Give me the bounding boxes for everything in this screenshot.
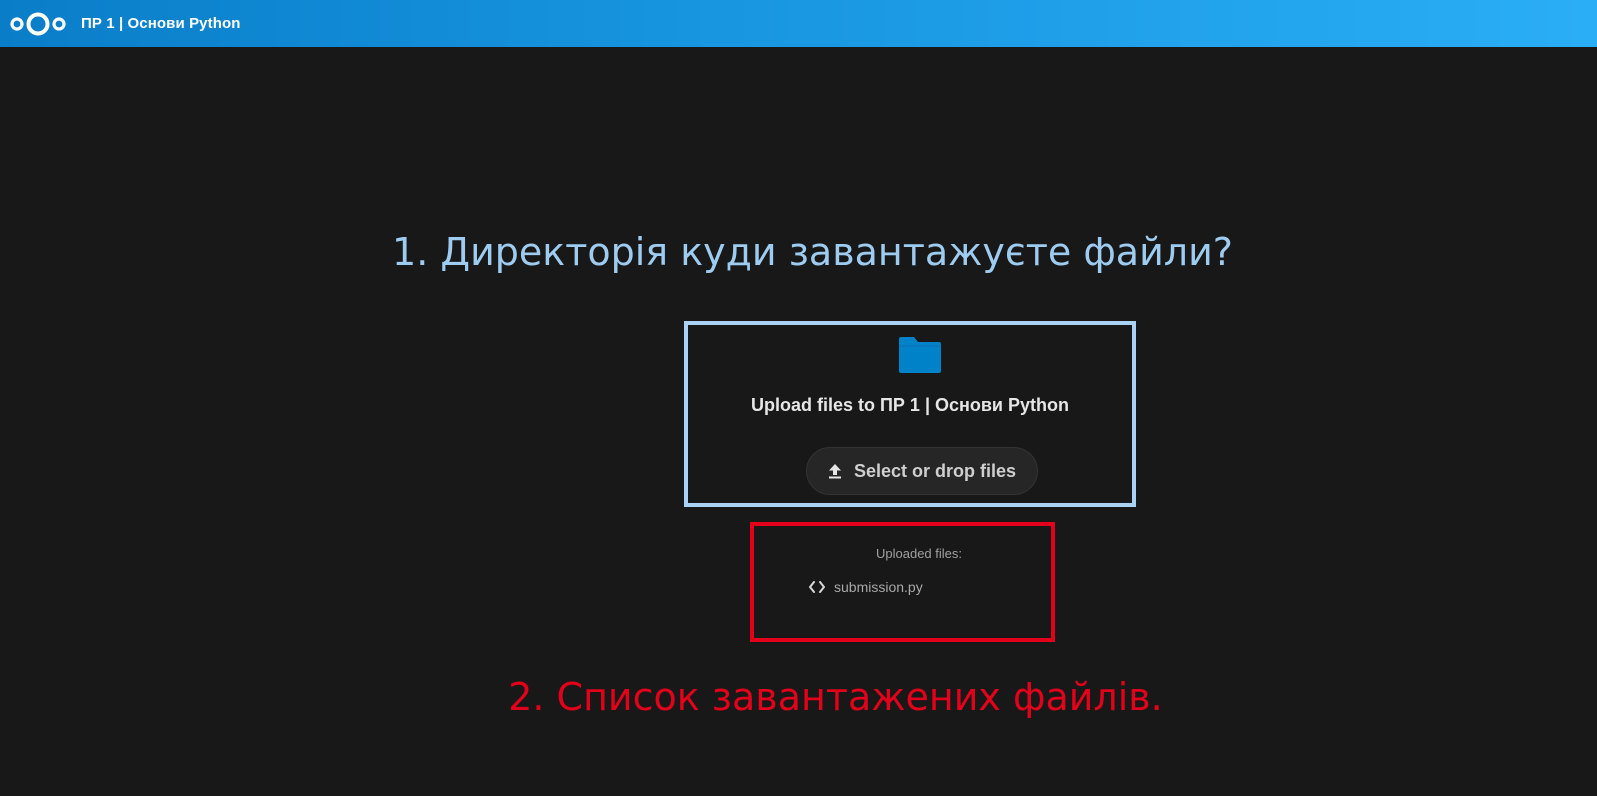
select-files-label: Select or drop files (853, 460, 1017, 481)
annotation-step-2: 2. Список завантажених файлів. (508, 675, 1163, 719)
nextcloud-logo-icon[interactable] (9, 10, 69, 38)
folder-icon (899, 337, 941, 378)
upload-icon (828, 463, 842, 479)
upload-panel: Upload files to ПР 1 | Основи Python Sel… (684, 321, 1136, 507)
uploaded-files-panel: Uploaded files: submission.py (750, 522, 1055, 642)
uploaded-files-label: Uploaded files: (876, 546, 962, 561)
list-item[interactable]: submission.py (809, 579, 923, 595)
header-title: ПР 1 | Основи Python (81, 15, 241, 32)
file-name: submission.py (834, 579, 923, 595)
select-files-button[interactable]: Select or drop files (806, 447, 1038, 495)
annotation-step-1: 1. Директорія куди завантажуєте файли? (392, 230, 1233, 274)
upload-title: Upload files to ПР 1 | Основи Python (750, 395, 1069, 415)
code-icon (809, 581, 825, 593)
top-header: ПР 1 | Основи Python (0, 0, 1597, 47)
